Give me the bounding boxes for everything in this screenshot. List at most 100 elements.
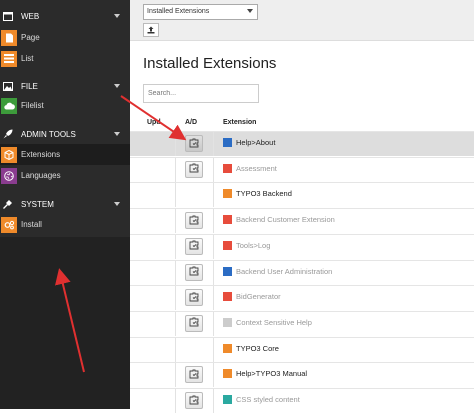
table-row: Help>TYPO3 Manual (130, 362, 474, 388)
sidebar-item-label: Filelist (21, 101, 44, 110)
activate-cell (176, 183, 214, 208)
extension-name-cell[interactable]: Backend Customer Extension (223, 215, 335, 225)
toggle-activation-button[interactable] (185, 263, 203, 281)
update-cell (130, 389, 176, 413)
extension-icon (223, 138, 232, 147)
search-input[interactable] (143, 84, 259, 103)
chevron-down-icon[interactable] (114, 202, 120, 206)
filelist-module-icon (1, 97, 17, 114)
toggle-extension-icon (189, 366, 199, 384)
toggle-extension-icon (189, 392, 199, 410)
toggle-activation-button[interactable] (185, 212, 203, 230)
toggle-activation-button[interactable] (185, 366, 203, 384)
toggle-activation-button[interactable] (185, 237, 203, 255)
extension-name-cell[interactable]: Context Sensitive Help (223, 317, 312, 327)
upload-extension-button[interactable] (143, 23, 159, 37)
extension-icon (223, 292, 232, 302)
sidebar-item-list[interactable]: List (0, 48, 130, 69)
table-row: Help>About (130, 131, 474, 156)
table-header: Upd. A/D Extension (130, 116, 474, 130)
extension-name: Help>TYPO3 Manual (236, 369, 308, 379)
activate-cell (176, 209, 214, 234)
activate-cell (176, 157, 214, 182)
chevron-down-icon[interactable] (114, 14, 120, 18)
extension-name-cell[interactable]: CSS styled content (223, 395, 300, 404)
extension-name: Tools>Log (236, 240, 271, 250)
toggle-extension-icon (189, 263, 199, 281)
update-cell (130, 183, 176, 208)
toggle-extension-icon (189, 160, 199, 178)
extension-icon (223, 343, 232, 353)
extension-icon (223, 369, 232, 379)
extension-name: TYPO3 Backend (236, 189, 292, 199)
extension-name-cell[interactable]: Assessment (223, 163, 277, 173)
extension-icon (223, 189, 232, 199)
extension-name-cell[interactable]: Help>About (223, 138, 275, 147)
toggle-activation-button[interactable] (185, 160, 203, 178)
column-header-activate[interactable]: A/D (185, 119, 197, 126)
extension-name-cell[interactable]: TYPO3 Core (223, 343, 279, 353)
toggle-activation-button[interactable] (185, 289, 203, 307)
sidebar-item-install[interactable]: Install (0, 214, 130, 235)
plug-icon (3, 199, 13, 209)
activate-cell (176, 363, 214, 388)
toggle-activation-button[interactable] (185, 135, 203, 152)
table-row: Backend User Administration (130, 259, 474, 285)
extension-icon (223, 163, 232, 173)
function-select[interactable]: Installed Extensions (143, 4, 258, 20)
update-cell (130, 260, 176, 285)
table-row: TYPO3 Core (130, 336, 474, 362)
sidebar-item-label: Install (21, 220, 42, 229)
sidebar-item-extensions[interactable]: Extensions (0, 144, 130, 165)
toggle-extension-icon (189, 212, 199, 230)
update-cell (130, 209, 176, 234)
table-row: Assessment (130, 156, 474, 182)
extension-name: Context Sensitive Help (236, 317, 312, 327)
section-web[interactable]: WEB (0, 2, 130, 30)
sidebar-item-filelist[interactable]: Filelist (0, 95, 130, 116)
doc-header: Installed Extensions (130, 0, 474, 41)
extension-icon (223, 266, 232, 276)
extension-name-cell[interactable]: Backend User Administration (223, 266, 332, 276)
section-label: ADMIN TOOLS (21, 129, 76, 139)
module-menu-empty-area (0, 237, 130, 409)
table-row: TYPO3 Backend (130, 182, 474, 208)
content-area: Installed Extensions Installed Extension… (130, 0, 474, 413)
toggle-extension-icon (189, 314, 199, 332)
update-cell (130, 337, 176, 362)
web-icon (3, 11, 13, 21)
toggle-extension-icon (189, 237, 199, 255)
extension-name: Help>About (236, 138, 276, 147)
extension-name-cell[interactable]: Tools>Log (223, 240, 271, 250)
extension-name-cell[interactable]: Help>TYPO3 Manual (223, 369, 308, 379)
toggle-activation-button[interactable] (185, 314, 203, 332)
activate-cell (176, 234, 214, 259)
chevron-down-icon[interactable] (114, 132, 120, 136)
activate-cell (176, 286, 214, 311)
install-module-icon (1, 216, 17, 233)
extension-name-cell[interactable]: TYPO3 Backend (223, 189, 292, 199)
extension-name-cell[interactable]: BidGenerator (223, 292, 281, 302)
extension-name: Backend Customer Extension (236, 215, 335, 225)
extensions-module-icon (1, 146, 17, 163)
file-icon (3, 81, 13, 91)
column-header-update[interactable]: Upd. (147, 119, 163, 126)
sidebar-item-languages[interactable]: Languages (0, 165, 130, 186)
toggle-activation-button[interactable] (185, 392, 203, 409)
activate-cell (176, 389, 214, 413)
activate-cell (176, 132, 214, 156)
table-row: Tools>Log (130, 233, 474, 259)
sidebar-item-label: Page (21, 33, 40, 42)
function-select-value: Installed Extensions (147, 8, 210, 15)
extension-name: BidGenerator (236, 292, 281, 302)
extension-icon (223, 215, 232, 225)
sidebar-item-page[interactable]: Page (0, 27, 130, 48)
update-cell (130, 157, 176, 182)
extension-icon (223, 395, 232, 404)
table-row: Context Sensitive Help (130, 310, 474, 336)
chevron-down-icon[interactable] (114, 84, 120, 88)
chevron-down-icon (247, 9, 253, 13)
column-header-extension[interactable]: Extension (223, 119, 256, 126)
table-row: Backend Customer Extension (130, 208, 474, 234)
table-row: CSS styled content (130, 388, 474, 413)
